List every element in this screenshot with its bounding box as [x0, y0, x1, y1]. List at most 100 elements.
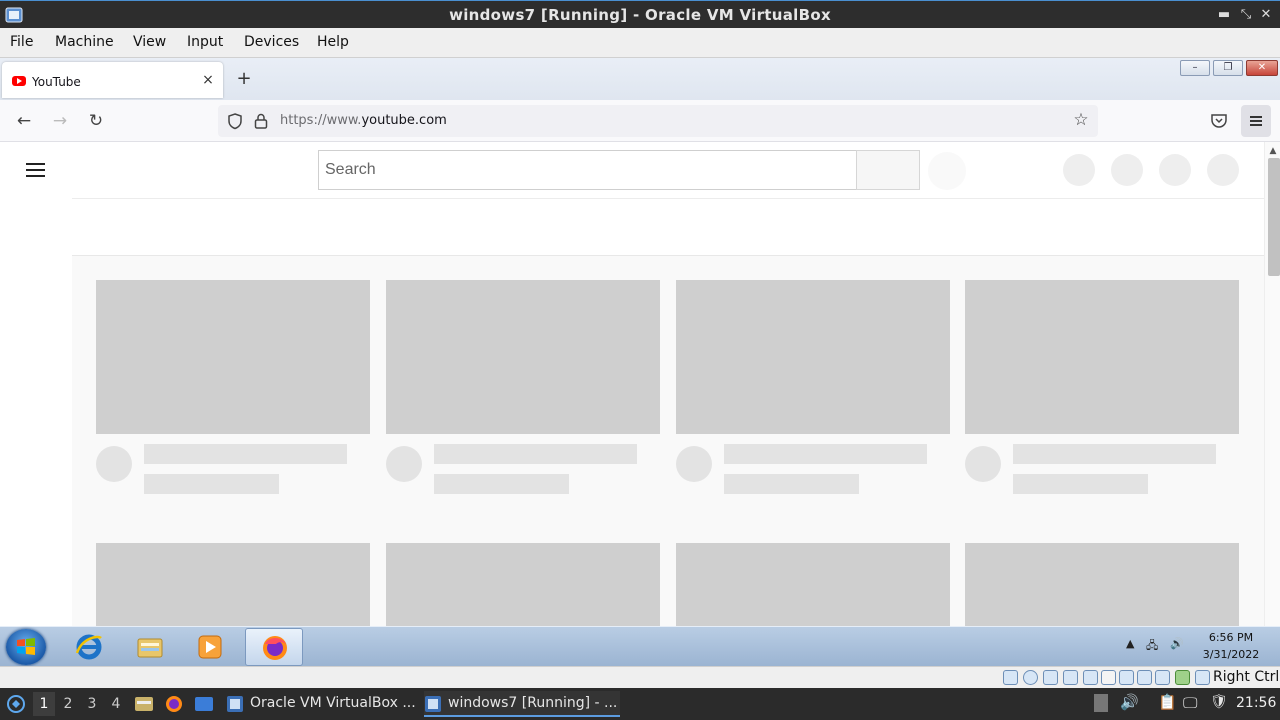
url-bar[interactable]: https://www.youtube.com ☆	[218, 105, 1098, 137]
avatar[interactable]	[1207, 154, 1239, 186]
tray-clipboard-icon[interactable]: 📋	[1158, 693, 1177, 711]
optical-drive-icon[interactable]	[1023, 670, 1038, 685]
vbox-menubar: File Machine View Input Devices Help	[0, 28, 1280, 58]
media-player-icon	[198, 635, 222, 659]
channel-avatar-placeholder	[676, 446, 712, 482]
app-menu-button[interactable]	[1241, 105, 1271, 137]
host-key-label: Right Ctrl	[1213, 669, 1280, 685]
mouse-integration-icon[interactable]	[1195, 670, 1210, 685]
tray-display-icon[interactable]: 🖵	[1183, 694, 1197, 712]
tab-close-icon[interactable]: ×	[200, 72, 216, 88]
recording-icon[interactable]	[1137, 670, 1152, 685]
menu-machine[interactable]: Machine	[55, 34, 114, 50]
host-clock[interactable]: 21:56	[1236, 695, 1276, 711]
scroll-up-icon[interactable]: ▲	[1265, 144, 1280, 158]
page-scrollbar[interactable]: ▲ ▼	[1264, 142, 1280, 666]
meta-placeholder	[144, 474, 279, 494]
voice-search-icon[interactable]	[928, 152, 966, 190]
meta-placeholder	[434, 474, 569, 494]
divider	[72, 198, 1264, 199]
host-taskbar: 1 2 3 4 Oracle VM VirtualBox ... windows…	[0, 688, 1280, 720]
firefox-icon	[263, 636, 287, 660]
firefox-navbar: ← → ↻ https://www.youtube.com ☆	[0, 100, 1280, 142]
tracking-shield-icon[interactable]	[226, 112, 244, 130]
firefox-minimize-button[interactable]: –	[1180, 60, 1210, 76]
thumbnail-placeholder	[96, 280, 370, 434]
channel-avatar-placeholder	[965, 446, 1001, 482]
host-task-virtualbox-manager[interactable]: Oracle VM VirtualBox ...	[226, 691, 416, 717]
url-text: https://www.youtube.com	[280, 113, 447, 128]
network-icon[interactable]: 🖧	[1146, 637, 1158, 656]
meta-placeholder	[1013, 474, 1148, 494]
reload-icon[interactable]: ↻	[85, 110, 107, 132]
guide-menu-icon[interactable]	[26, 162, 46, 178]
title-placeholder	[144, 444, 347, 464]
cpu-icon[interactable]	[1155, 670, 1170, 685]
firefox-close-button[interactable]: ✕	[1246, 60, 1278, 76]
vbox-titlebar: windows7 [Running] - Oracle VM VirtualBo…	[0, 0, 1280, 28]
menu-file[interactable]: File	[10, 34, 33, 50]
host-menu-icon[interactable]	[6, 694, 26, 714]
shared-folders-icon[interactable]	[1101, 670, 1116, 685]
file-manager-icon[interactable]	[134, 695, 154, 713]
windows-taskbar: ▲ 🖧 🔊 6:56 PM 3/31/2022	[0, 626, 1280, 666]
guest-screen[interactable]: YouTube × + – ❐ ✕ ← → ↻ https://www.yout…	[0, 58, 1280, 666]
network-adapter-icon[interactable]	[1063, 670, 1078, 685]
channel-avatar-placeholder	[96, 446, 132, 482]
taskbar-windows-explorer[interactable]	[121, 628, 179, 666]
volume-icon[interactable]: 🔊	[1170, 637, 1184, 650]
host-task-windows7[interactable]: windows7 [Running] - ...	[424, 691, 620, 717]
tray-expand-icon[interactable]: ▲	[1126, 637, 1134, 650]
header-action-icon[interactable]	[1159, 154, 1191, 186]
taskbar-firefox[interactable]	[245, 628, 303, 666]
title-placeholder	[434, 444, 637, 464]
minimize-icon[interactable]: ▬	[1214, 5, 1234, 25]
workspace-1[interactable]: 1	[33, 692, 55, 716]
search-input[interactable]: Search	[318, 150, 857, 190]
firefox-maximize-button[interactable]: ❐	[1213, 60, 1243, 76]
workspace-2[interactable]: 2	[57, 692, 79, 716]
hard-disk-icon[interactable]	[1003, 670, 1018, 685]
windows-logo-icon	[17, 638, 35, 655]
search-button[interactable]	[856, 150, 920, 190]
menu-help[interactable]: Help	[317, 34, 349, 50]
workspace-4[interactable]: 4	[105, 692, 127, 716]
taskbar-media-player[interactable]	[181, 628, 239, 666]
close-icon[interactable]: ✕	[1256, 5, 1276, 25]
taskbar-internet-explorer[interactable]	[60, 628, 118, 666]
scrollbar-thumb[interactable]	[1268, 158, 1280, 276]
clock-date: 3/31/2022	[1202, 648, 1260, 661]
tray-updates-icon[interactable]	[1094, 694, 1108, 712]
guest-additions-icon[interactable]	[1175, 670, 1190, 685]
tray-volume-icon[interactable]: 🔊	[1120, 693, 1139, 711]
header-action-icon[interactable]	[1111, 154, 1143, 186]
menu-input[interactable]: Input	[187, 34, 223, 50]
workspace-3[interactable]: 3	[81, 692, 103, 716]
firefox-launcher-icon[interactable]	[164, 694, 184, 714]
display-icon[interactable]	[1119, 670, 1134, 685]
audio-icon[interactable]	[1043, 670, 1058, 685]
thumbnail-placeholder	[676, 280, 950, 434]
header-action-icon[interactable]	[1063, 154, 1095, 186]
task-label: Oracle VM VirtualBox ...	[250, 695, 416, 711]
tab-label: YouTube	[32, 75, 81, 89]
bookmark-star-icon[interactable]: ☆	[1071, 110, 1091, 130]
back-arrow-icon[interactable]: ←	[13, 110, 35, 132]
forward-arrow-icon[interactable]: →	[49, 110, 71, 132]
tab-youtube[interactable]: YouTube ×	[2, 62, 223, 98]
menu-devices[interactable]: Devices	[244, 34, 299, 50]
title-placeholder	[1013, 444, 1216, 464]
menu-view[interactable]: View	[133, 34, 166, 50]
pocket-icon[interactable]	[1209, 110, 1229, 132]
vbox-statusbar: Right Ctrl	[0, 666, 1280, 688]
new-tab-button[interactable]: +	[234, 69, 254, 89]
lock-icon[interactable]	[253, 112, 269, 130]
usb-icon[interactable]	[1083, 670, 1098, 685]
start-button[interactable]	[6, 629, 46, 665]
restore-icon[interactable]: ⤡	[1236, 5, 1256, 25]
youtube-page: Search	[0, 142, 1264, 666]
terminal-icon[interactable]	[194, 695, 214, 713]
title-placeholder	[724, 444, 927, 464]
tray-notification-icon[interactable]: 🛡	[1210, 694, 1228, 710]
taskbar-clock[interactable]: 6:56 PM 3/31/2022	[1196, 629, 1266, 663]
